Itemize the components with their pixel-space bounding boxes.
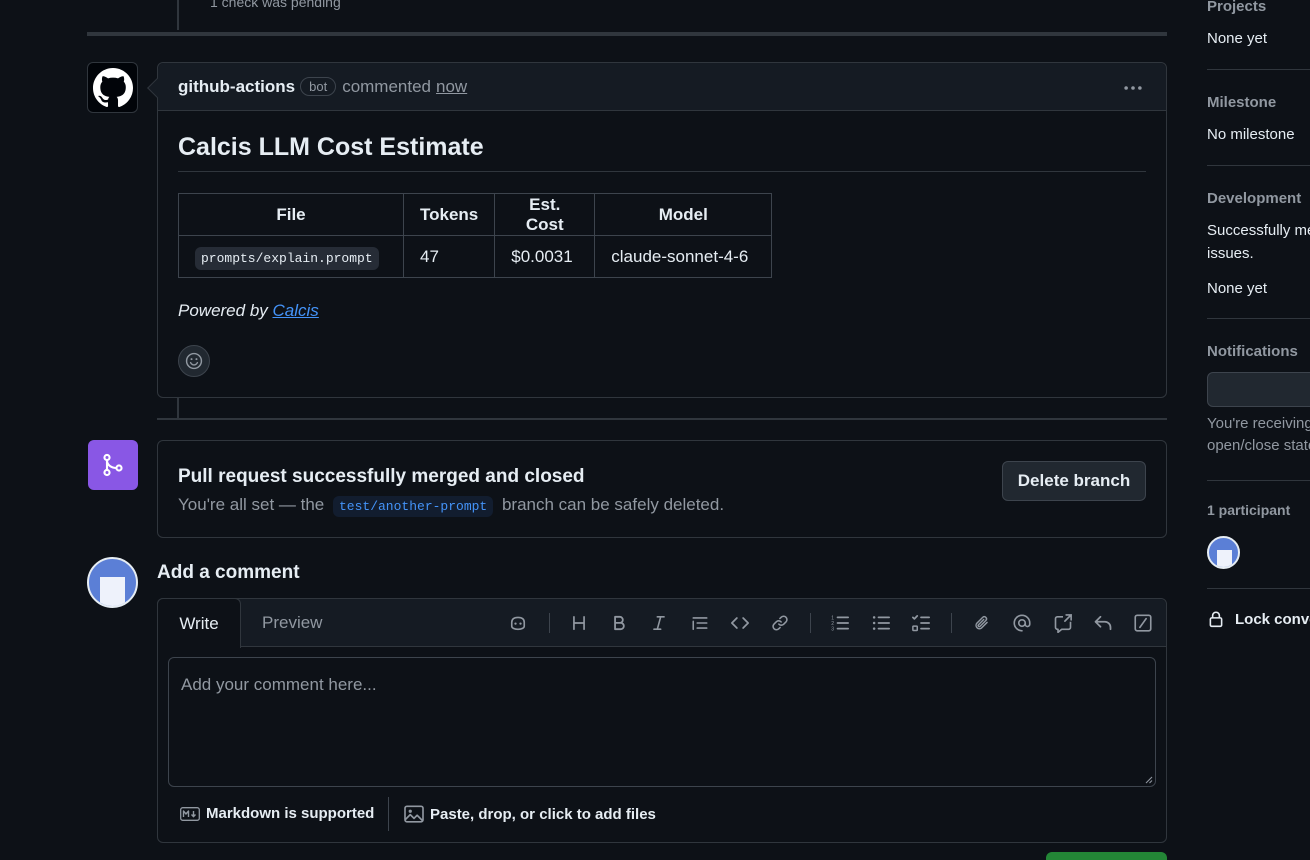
sidebar-development-text: issues. (1207, 245, 1254, 262)
heading-icon[interactable] (567, 611, 591, 635)
git-merge-icon (103, 453, 123, 477)
user-avatar[interactable] (87, 557, 138, 608)
sidebar-milestone-value: No milestone (1207, 126, 1295, 143)
comment-timestamp[interactable]: now (436, 77, 467, 97)
notifications-subscribe-button[interactable] (1207, 372, 1310, 407)
comment-submit-button[interactable] (1046, 852, 1167, 860)
image-icon (404, 805, 424, 823)
lock-conversation-button[interactable]: Lock conve (1207, 610, 1310, 628)
sidebar-notifications-heading: Notifications (1207, 343, 1298, 360)
table-cell-tokens: 47 (402, 235, 496, 278)
resize-handle-icon[interactable] (1143, 774, 1153, 784)
table-header: Tokens (402, 193, 496, 236)
comment-options-icon[interactable] (1122, 77, 1144, 99)
bot-comment: github-actions bot commented now Calcis … (147, 62, 1167, 398)
merge-status-description: You're all set — the test/another-prompt… (178, 495, 724, 517)
merge-status-title: Pull request successfully merged and clo… (178, 466, 585, 487)
comment-placeholder: Add your comment here... (181, 675, 377, 694)
table-row: prompts/explain.prompt 47 $0.0031 claude… (178, 235, 773, 278)
pending-checks-text: 1 check was pending (210, 0, 341, 10)
comment-editor: Write Preview 123 Add your comment here.… (157, 598, 1167, 843)
bold-icon[interactable] (607, 611, 631, 635)
powered-by-text: Powered by Calcis (178, 301, 319, 320)
timeline-divider (157, 418, 1167, 420)
slash-commands-icon[interactable] (1131, 611, 1155, 635)
delete-branch-button[interactable]: Delete branch (1002, 461, 1146, 501)
code-icon[interactable] (728, 611, 752, 635)
sidebar-development-heading[interactable]: Development (1207, 190, 1301, 207)
cross-reference-icon[interactable] (1051, 611, 1075, 635)
attachment-icon[interactable] (970, 611, 994, 635)
tab-write[interactable]: Write (157, 598, 241, 648)
github-logo-icon (92, 67, 133, 107)
mention-icon[interactable] (1010, 611, 1034, 635)
sidebar-milestone-heading[interactable]: Milestone (1207, 94, 1276, 111)
sidebar-notifications-text: You're receiving (1207, 415, 1310, 432)
tab-preview[interactable]: Preview (262, 613, 322, 633)
comment-header: github-actions bot commented now (158, 63, 1166, 111)
add-files-button[interactable]: Paste, drop, or click to add files (404, 805, 656, 823)
calcis-link[interactable]: Calcis (273, 301, 319, 320)
table-cell-model: claude-sonnet-4-6 (594, 235, 773, 278)
editor-toolbar: Write Preview 123 (157, 598, 1166, 648)
sidebar-projects-heading[interactable]: Projects (1207, 0, 1266, 15)
merge-status-box: Pull request successfully merged and clo… (157, 440, 1167, 538)
timeline-line (177, 0, 179, 30)
bot-badge: bot (300, 77, 337, 96)
table-header: File (178, 193, 404, 236)
numbered-list-icon[interactable]: 123 (828, 611, 852, 635)
github-actions-avatar[interactable] (87, 62, 138, 113)
cost-table: File Tokens Est. Cost Model prompts/expl… (178, 193, 773, 278)
sidebar-notifications-text: open/close state (1207, 437, 1310, 454)
sidebar-development-text: Successfully me (1207, 222, 1310, 239)
comment-author[interactable]: github-actions (178, 77, 295, 97)
participant-avatar[interactable] (1207, 536, 1240, 569)
file-path-code: prompts/explain.prompt (195, 246, 379, 270)
add-reaction-button[interactable] (178, 345, 210, 377)
comment-action: commented (342, 76, 432, 96)
lock-icon (1209, 611, 1223, 628)
merged-badge (88, 440, 138, 490)
sidebar-participants-heading: 1 participant (1207, 502, 1291, 518)
task-list-icon[interactable] (909, 611, 933, 635)
smiley-icon (185, 352, 203, 370)
branch-name[interactable]: test/another-prompt (333, 496, 494, 517)
svg-text:3: 3 (831, 627, 834, 633)
quote-icon[interactable] (688, 611, 712, 635)
markdown-icon (180, 806, 200, 821)
link-icon[interactable] (768, 611, 792, 635)
add-comment-heading: Add a comment (157, 562, 300, 583)
comment-textarea[interactable]: Add your comment here... (168, 657, 1156, 787)
markdown-supported-note[interactable]: Markdown is supported (180, 805, 374, 822)
table-header-row: File Tokens Est. Cost Model (178, 193, 773, 236)
comment-title: Calcis LLM Cost Estimate (178, 133, 484, 161)
table-header: Est. Cost (494, 193, 596, 236)
italic-icon[interactable] (647, 611, 671, 635)
reply-icon[interactable] (1091, 611, 1115, 635)
timeline-divider (87, 32, 1167, 36)
copilot-icon[interactable] (506, 611, 530, 635)
sidebar-development-value: None yet (1207, 280, 1268, 297)
bullet-list-icon[interactable] (869, 611, 893, 635)
table-cell-file: prompts/explain.prompt (178, 235, 404, 278)
table-cell-cost: $0.0031 (494, 235, 596, 278)
timeline-line (177, 398, 179, 418)
table-header: Model (594, 193, 773, 236)
sidebar-projects-value: None yet (1207, 30, 1268, 47)
